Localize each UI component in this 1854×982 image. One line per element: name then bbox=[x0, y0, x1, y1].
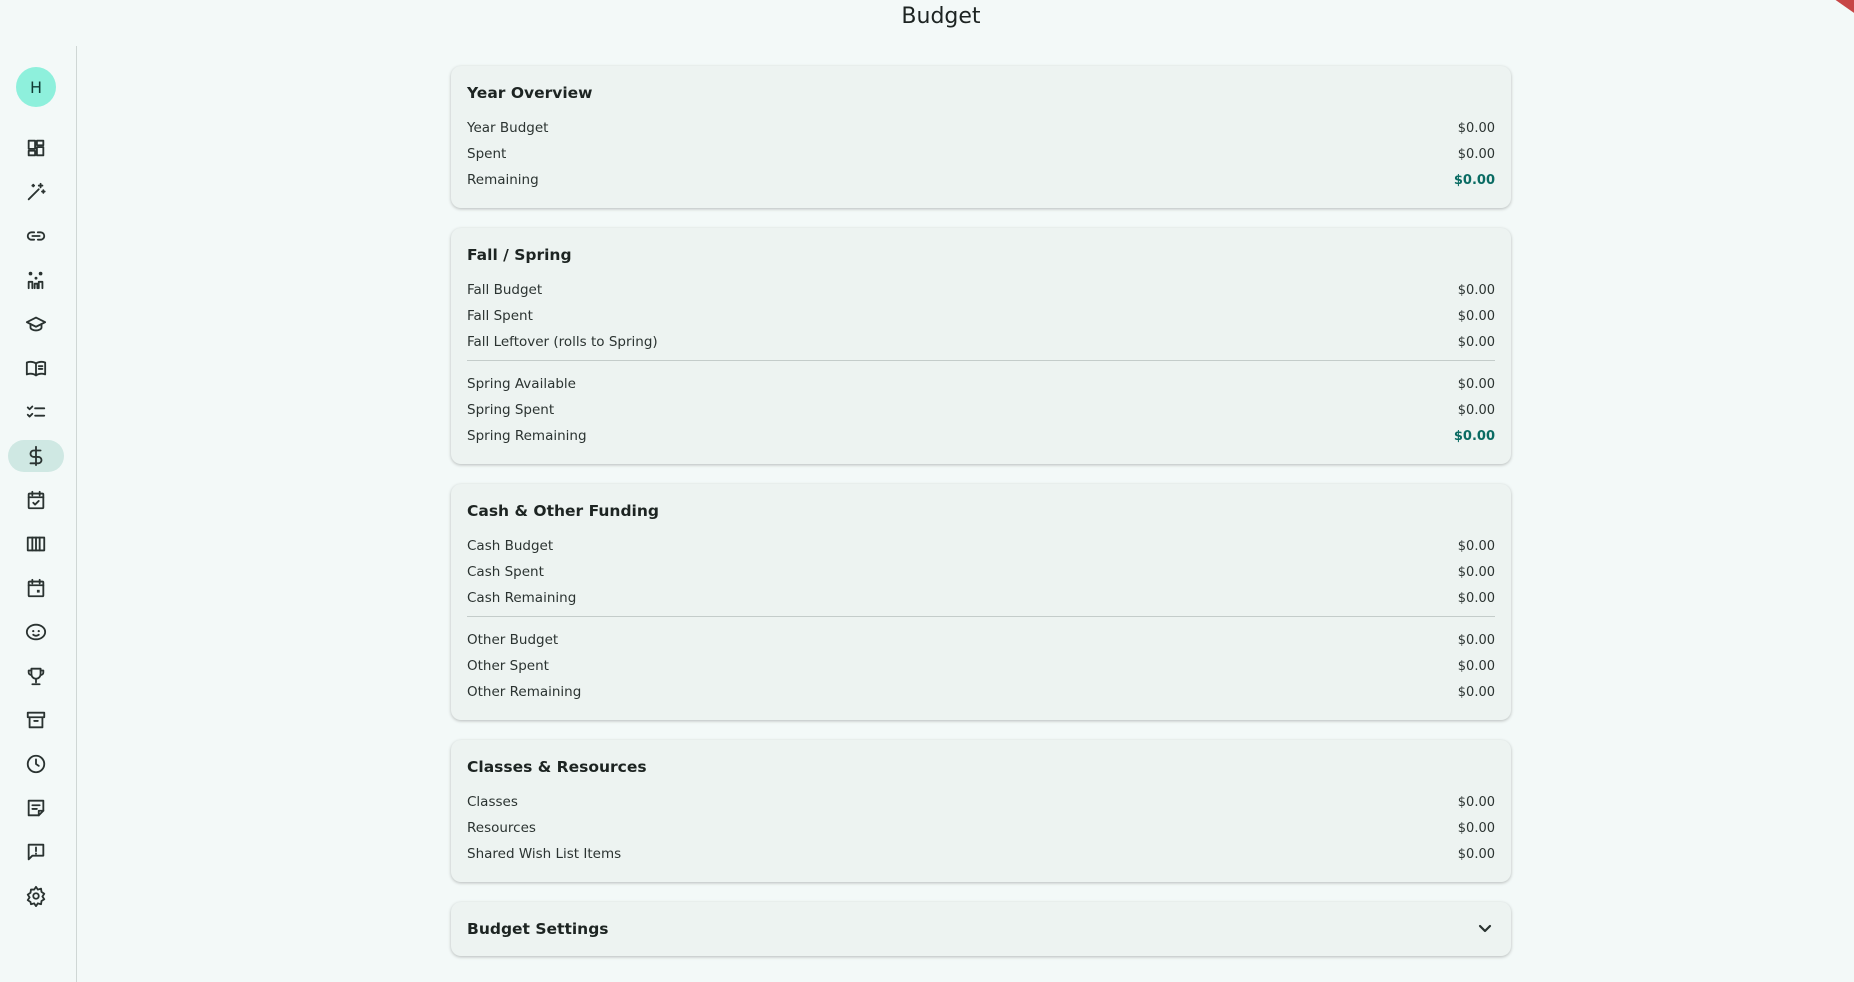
nav-awards[interactable] bbox=[8, 660, 64, 692]
nav-settings[interactable] bbox=[8, 880, 64, 912]
feedback-icon bbox=[27, 843, 45, 861]
summary-row: Resources $0.00 bbox=[467, 820, 1495, 836]
summary-row: Remaining $0.00 bbox=[467, 172, 1495, 188]
family-icon bbox=[27, 271, 44, 290]
graduation-cap-icon bbox=[25, 316, 47, 332]
expand-toggle[interactable] bbox=[1473, 916, 1497, 940]
page-title: Budget bbox=[901, 4, 981, 29]
settings-icon bbox=[26, 885, 46, 907]
nav-checklist[interactable] bbox=[8, 396, 64, 428]
nav-notes[interactable] bbox=[8, 792, 64, 824]
nav-feedback[interactable] bbox=[8, 836, 64, 868]
summary-row: Spring Remaining $0.00 bbox=[467, 428, 1495, 444]
classes-resources-card: Classes & Resources Classes $0.00 Resour… bbox=[451, 740, 1511, 882]
calendar-icon bbox=[27, 578, 45, 598]
trophy-icon bbox=[27, 667, 45, 686]
summary-row: Cash Remaining $0.00 bbox=[467, 590, 1495, 606]
archive-icon bbox=[26, 711, 46, 729]
nav-budget[interactable] bbox=[8, 440, 64, 472]
nav-magic[interactable] bbox=[8, 176, 64, 208]
nav-history[interactable] bbox=[8, 748, 64, 780]
avatar[interactable]: H bbox=[16, 67, 56, 107]
nav-archive[interactable] bbox=[8, 704, 64, 736]
year-overview-card: Year Overview Year Budget $0.00 Spent $0… bbox=[451, 66, 1511, 208]
dashboard-icon bbox=[27, 139, 45, 157]
summary-row: Cash Budget $0.00 bbox=[467, 538, 1495, 554]
dollar-icon bbox=[29, 445, 43, 467]
summary-row: Fall Leftover (rolls to Spring) $0.00 bbox=[467, 334, 1495, 350]
clock-icon bbox=[26, 754, 46, 774]
summary-row: Classes $0.00 bbox=[467, 794, 1495, 810]
nav-dashboard[interactable] bbox=[8, 132, 64, 164]
nav-wellbeing[interactable] bbox=[8, 616, 64, 648]
card-title: Fall / Spring bbox=[467, 246, 572, 264]
cash-other-funding-card: Cash & Other Funding Cash Budget $0.00 C… bbox=[451, 484, 1511, 720]
summary-row: Other Budget $0.00 bbox=[467, 632, 1495, 648]
card-title: Budget Settings bbox=[467, 920, 609, 938]
divider bbox=[467, 616, 1495, 617]
fall-spring-card: Fall / Spring Fall Budget $0.00 Fall Spe… bbox=[451, 228, 1511, 464]
columns-icon bbox=[26, 536, 46, 552]
summary-row: Fall Spent $0.00 bbox=[467, 308, 1495, 324]
summary-row: Year Budget $0.00 bbox=[467, 120, 1495, 136]
card-title: Cash & Other Funding bbox=[467, 502, 660, 520]
nav-classes[interactable] bbox=[8, 308, 64, 340]
link-icon bbox=[26, 231, 46, 241]
card-title: Classes & Resources bbox=[467, 758, 647, 776]
notes-icon bbox=[27, 799, 45, 817]
summary-row: Other Remaining $0.00 bbox=[467, 684, 1495, 700]
summary-row: Spent $0.00 bbox=[467, 146, 1495, 162]
summary-row: Cash Spent $0.00 bbox=[467, 564, 1495, 580]
summary-row: Other Spent $0.00 bbox=[467, 658, 1495, 674]
checklist-icon bbox=[26, 405, 46, 418]
chevron-down-icon bbox=[1478, 924, 1492, 933]
summary-row: Spring Spent $0.00 bbox=[467, 402, 1495, 418]
card-title: Year Overview bbox=[467, 84, 593, 102]
nav-calendar[interactable] bbox=[8, 572, 64, 604]
nav-library[interactable] bbox=[8, 352, 64, 384]
calendar-check-icon bbox=[27, 490, 45, 510]
sidebar: H bbox=[0, 46, 77, 982]
face-icon bbox=[25, 623, 47, 641]
nav-links[interactable] bbox=[8, 220, 64, 252]
summary-row: Fall Budget $0.00 bbox=[467, 282, 1495, 298]
nav-family[interactable] bbox=[8, 264, 64, 296]
book-icon bbox=[25, 360, 47, 377]
divider bbox=[467, 360, 1495, 361]
nav-attendance[interactable] bbox=[8, 484, 64, 516]
budget-settings-panel[interactable]: Budget Settings bbox=[451, 902, 1511, 956]
nav-board[interactable] bbox=[8, 528, 64, 560]
summary-row: Spring Available $0.00 bbox=[467, 376, 1495, 392]
summary-row: Shared Wish List Items $0.00 bbox=[467, 846, 1495, 862]
magic-wand-icon bbox=[27, 182, 46, 201]
